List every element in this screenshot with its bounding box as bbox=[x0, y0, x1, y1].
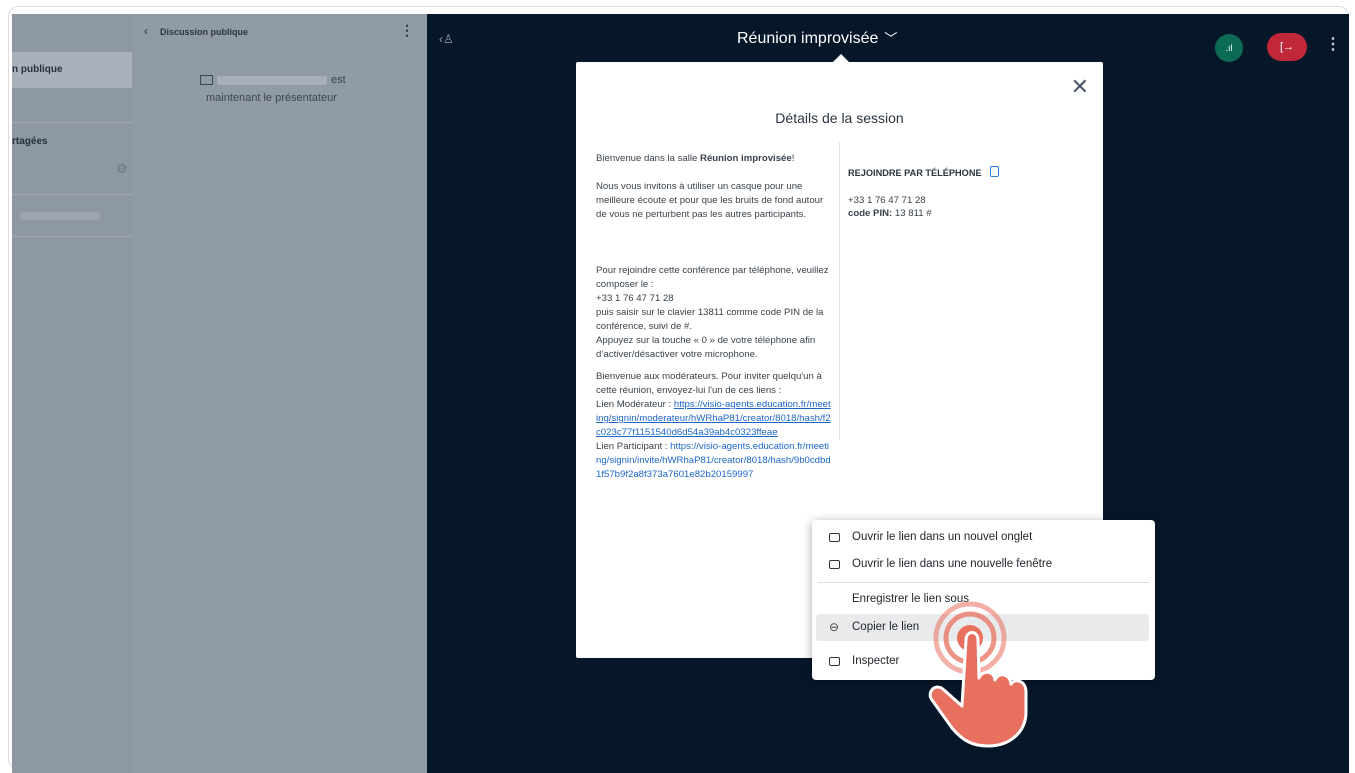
link-icon: ⊖ bbox=[828, 620, 840, 634]
inspect-icon bbox=[826, 648, 842, 675]
presenter-message: est bbox=[200, 74, 390, 86]
pin-row: code PIN: 13 811 # bbox=[848, 207, 1078, 220]
headset-text: Nous vous invitons à utiliser un casque … bbox=[596, 181, 824, 220]
phone-join-info: REJOINDRE PAR TÉLÉPHONE +33 1 76 47 71 2… bbox=[848, 166, 1078, 220]
room-name: Réunion improvisée bbox=[700, 153, 792, 164]
participant-link-row: Lien Participant : https://visio-agents.… bbox=[596, 440, 832, 482]
redacted-presenter-name bbox=[217, 75, 327, 85]
meeting-title-button[interactable]: Réunion improvisée ﹀ bbox=[737, 28, 897, 48]
join-phone-title: REJOINDRE PAR TÉLÉPHONE bbox=[848, 168, 982, 178]
session-info: Bienvenue dans la salle Réunion improvis… bbox=[596, 152, 832, 482]
join-phone-number: +33 1 76 47 71 28 bbox=[848, 195, 926, 206]
divider bbox=[12, 122, 132, 123]
screen-icon bbox=[200, 75, 213, 86]
gear-icon[interactable]: ⚙ bbox=[116, 162, 130, 176]
meeting-title: Réunion improvisée bbox=[737, 30, 879, 47]
copy-icon[interactable] bbox=[989, 166, 999, 177]
divider bbox=[12, 236, 132, 237]
menu-item-label: Copier le lien bbox=[852, 621, 920, 633]
chat-header: ‹ Discussion publique ⋮ bbox=[132, 14, 427, 52]
phone-number: +33 1 76 47 71 28 bbox=[596, 293, 674, 304]
participant-link-label: Lien Participant : bbox=[596, 441, 671, 452]
welcome-text: Bienvenue dans la salle Réunion improvis… bbox=[596, 152, 832, 166]
close-icon[interactable]: ✕ bbox=[1071, 76, 1089, 98]
user-list-sidebar: n publique rtagées ⚙ bbox=[12, 14, 132, 773]
pin-instructions: puis saisir sur le clavier 13811 comme c… bbox=[596, 307, 824, 332]
menu-item-open-new-tab[interactable]: Ouvrir le lien dans un nouvel onglet bbox=[812, 524, 1155, 551]
presenter-message-line2: maintenant le présentateur bbox=[206, 92, 337, 104]
sidebar-item-public-chat[interactable]: n publique bbox=[12, 52, 132, 88]
phone-intro: Pour rejoindre cette conférence par télé… bbox=[596, 265, 829, 290]
menu-item-label: Ouvrir le lien dans une nouvelle fenêtre bbox=[852, 558, 1053, 570]
pin-label: code PIN: bbox=[848, 208, 893, 219]
menu-divider bbox=[818, 582, 1149, 583]
mute-instructions: Appuyez sur la touche « 0 » de votre tél… bbox=[596, 335, 816, 360]
user-list-toggle-icon[interactable]: ‹♙ bbox=[439, 32, 454, 46]
menu-item-open-new-window[interactable]: Ouvrir le lien dans une nouvelle fenêtre bbox=[812, 551, 1155, 578]
new-window-icon bbox=[826, 551, 842, 578]
moderator-link-label: Lien Modérateur : bbox=[596, 399, 674, 410]
sidebar-item-label: n publique bbox=[12, 64, 63, 75]
more-options-icon[interactable]: ⋮ bbox=[1325, 34, 1341, 54]
welcome-suffix: ! bbox=[791, 153, 795, 164]
chevron-down-icon: ﹀ bbox=[884, 31, 898, 46]
redacted-user-name bbox=[20, 212, 100, 220]
pin-value: 13 811 # bbox=[892, 208, 932, 219]
leave-meeting-button[interactable]: [→ bbox=[1267, 33, 1307, 61]
chevron-left-icon[interactable]: ‹ bbox=[144, 24, 148, 38]
welcome-prefix: Bienvenue dans la salle bbox=[596, 153, 701, 164]
moderators-text: Bienvenue aux modérateurs. Pour inviter … bbox=[596, 371, 822, 396]
menu-item-label: Inspecter bbox=[852, 655, 900, 667]
menu-item-label: Ouvrir le lien dans un nouvel onglet bbox=[852, 531, 1033, 543]
chat-panel: ‹ Discussion publique ⋮ est maintenant l… bbox=[132, 14, 528, 773]
new-tab-icon bbox=[826, 524, 842, 551]
join-phone-header: REJOINDRE PAR TÉLÉPHONE bbox=[848, 166, 1078, 180]
click-hand-icon bbox=[928, 601, 1028, 748]
presenter-message-text: est bbox=[331, 74, 346, 86]
sidebar-item-shared-notes[interactable]: rtagées bbox=[12, 136, 132, 147]
chat-options-icon[interactable]: ⋮ bbox=[400, 22, 414, 39]
divider bbox=[12, 194, 132, 195]
modal-title: Détails de la session bbox=[775, 110, 904, 126]
column-divider bbox=[839, 142, 840, 440]
connection-status-icon[interactable]: .ıl bbox=[1215, 34, 1243, 62]
chat-title: Discussion publique bbox=[160, 27, 249, 37]
moderator-link-row: Lien Modérateur : https://visio-agents.e… bbox=[596, 398, 832, 440]
sidebar-item-label: rtagées bbox=[12, 136, 48, 147]
